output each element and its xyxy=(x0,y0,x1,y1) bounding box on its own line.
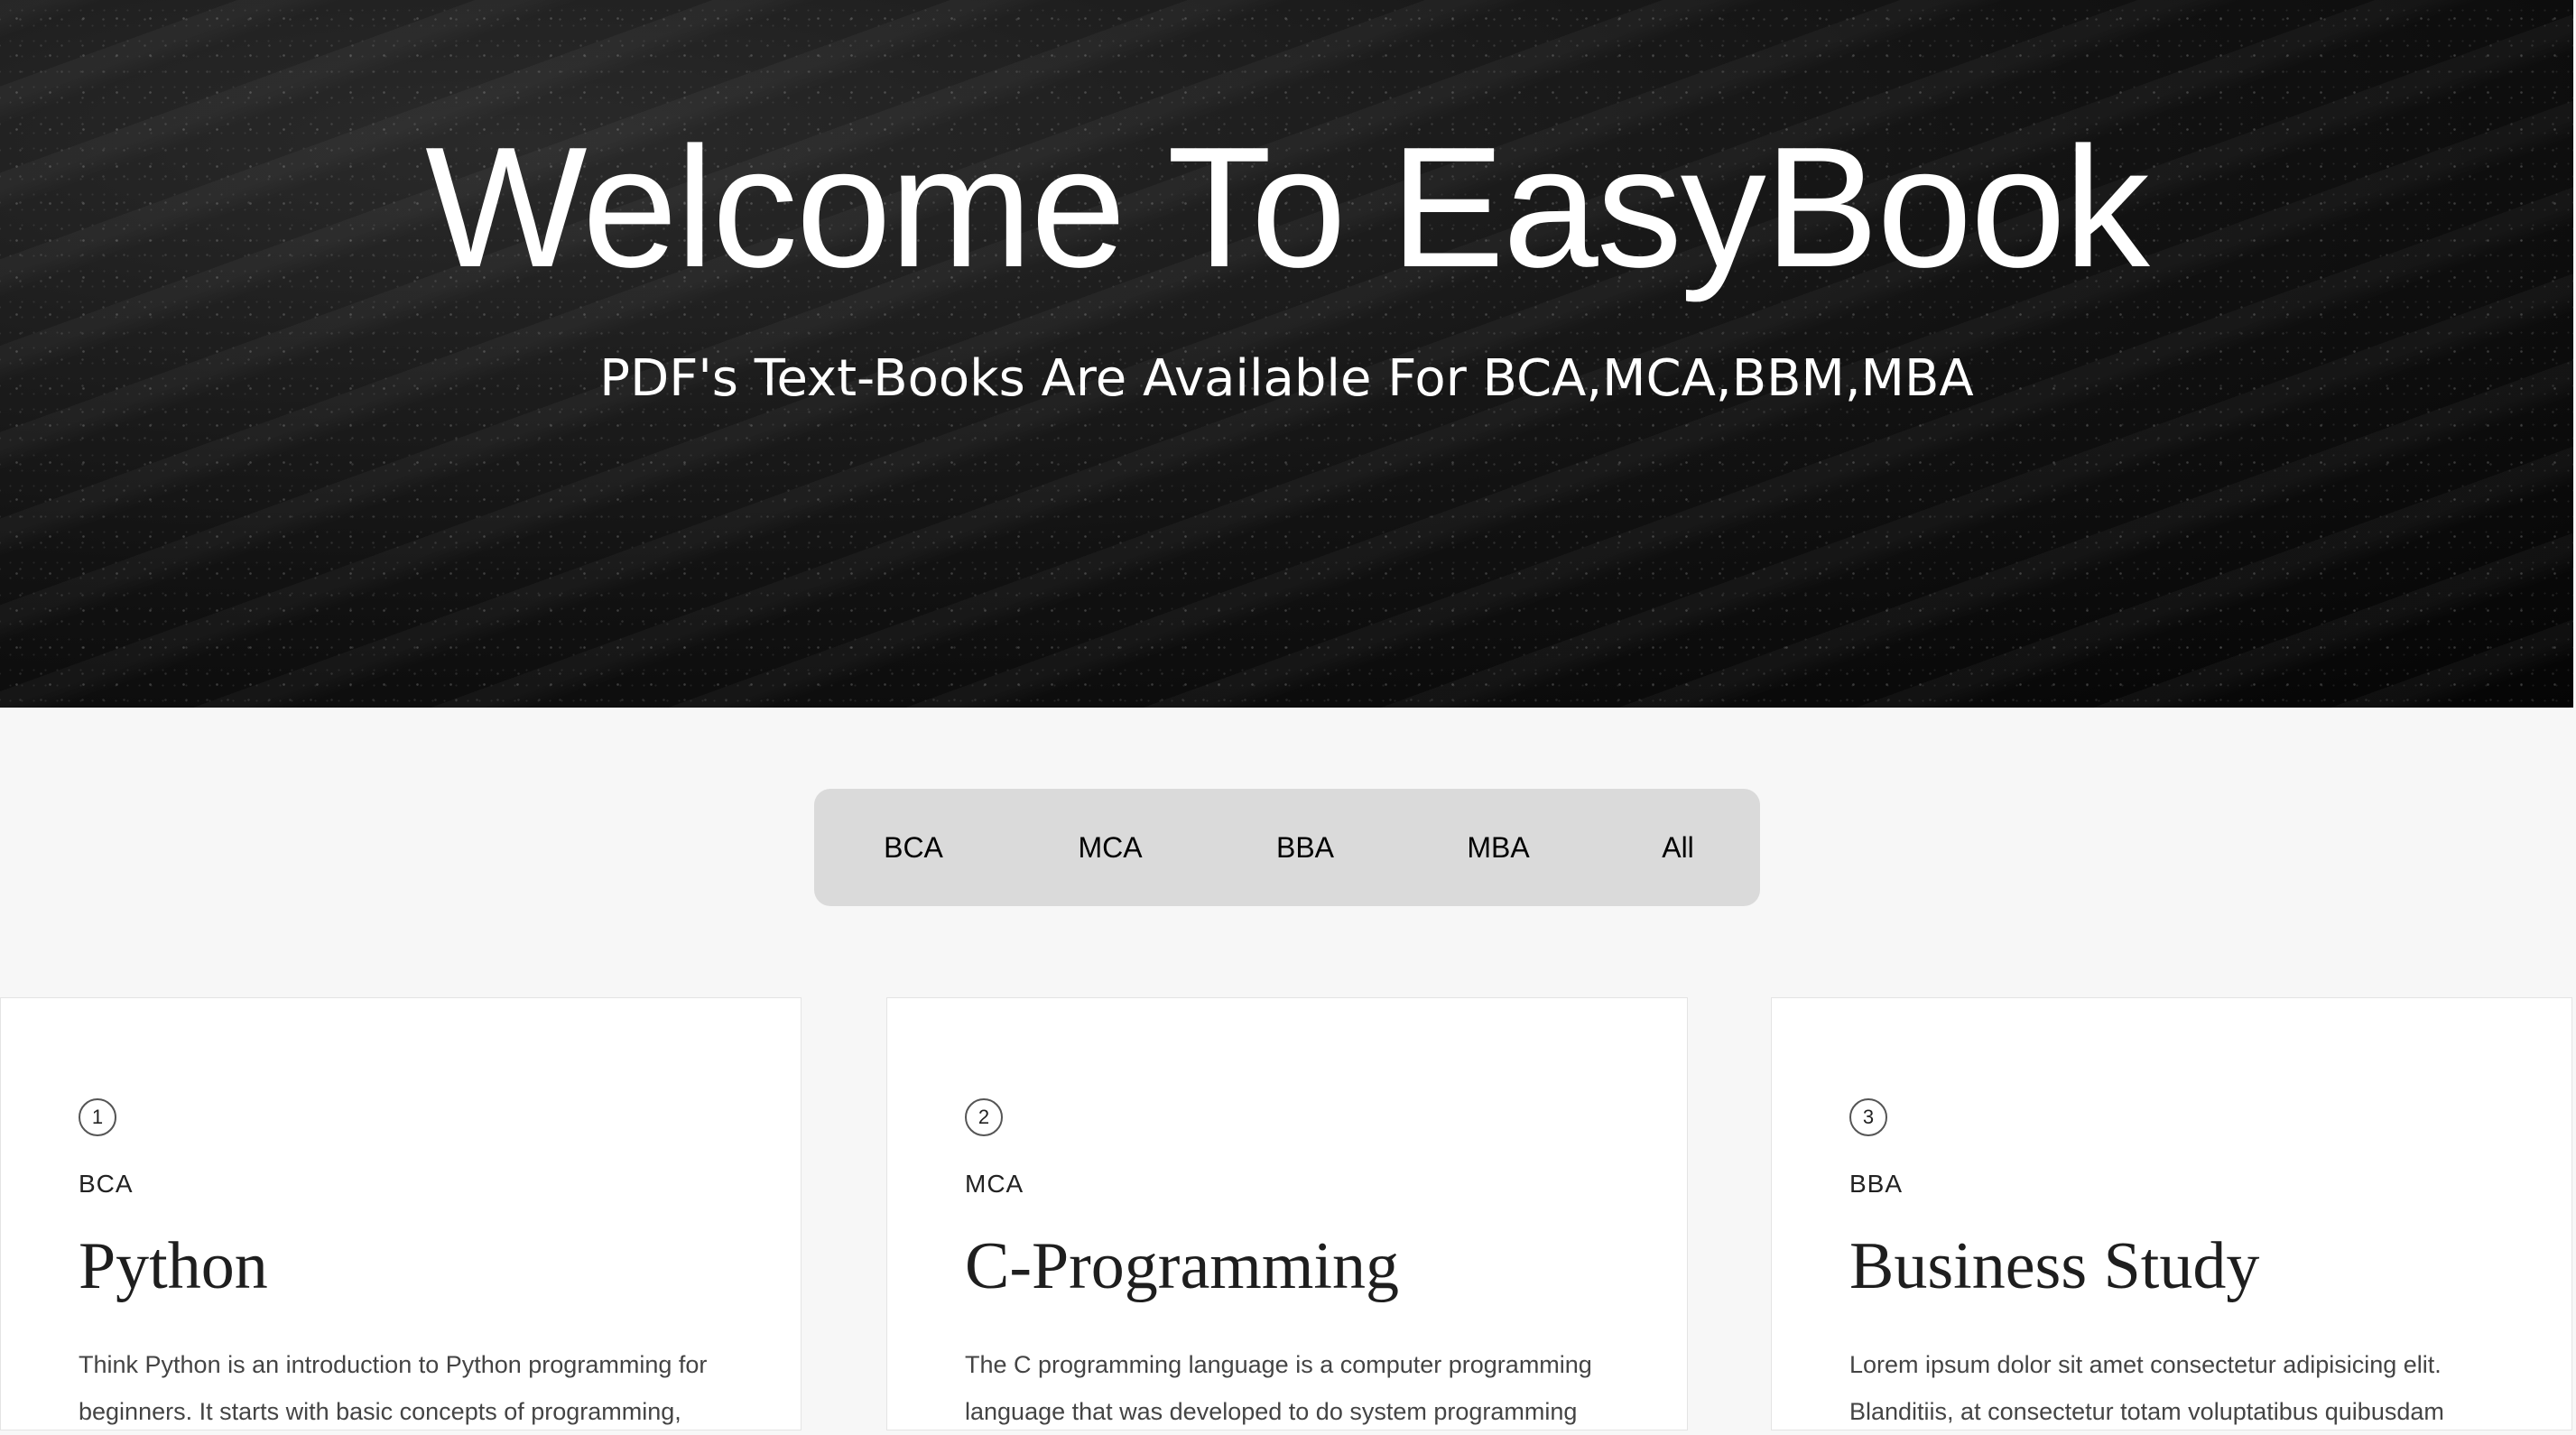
category-filter-bar: BCA MCA BBA MBA All xyxy=(814,789,1760,906)
card-description: Lorem ipsum dolor sit amet consectetur a… xyxy=(1849,1351,2444,1425)
card-number-badge: 3 xyxy=(1849,1098,1887,1136)
card-title[interactable]: Business Study xyxy=(1849,1226,2259,1307)
hero-title: Welcome To EasyBook xyxy=(425,112,2150,303)
card-title[interactable]: C-Programming xyxy=(965,1226,1399,1307)
book-card-business-study[interactable]: 3 BBA Business Study Lorem ipsum dolor s… xyxy=(1771,997,2572,1430)
card-number-badge: 1 xyxy=(79,1098,116,1136)
hero-banner: Welcome To EasyBook PDF's Text-Books Are… xyxy=(0,0,2573,708)
card-number-badge: 2 xyxy=(965,1098,1003,1136)
card-category: BBA xyxy=(1849,1170,1904,1198)
card-description: The C programming language is a computer… xyxy=(965,1351,1592,1425)
card-title[interactable]: Python xyxy=(79,1226,268,1307)
hero-subtitle: PDF's Text-Books Are Available For BCA,M… xyxy=(599,349,1974,408)
book-card-c-programming[interactable]: 2 MCA C-Programming The C programming la… xyxy=(886,997,1688,1430)
card-category: MCA xyxy=(965,1170,1024,1198)
filter-button-mba[interactable]: MBA xyxy=(1446,789,1551,906)
filter-button-mca[interactable]: MCA xyxy=(1058,789,1163,906)
filter-button-all[interactable]: All xyxy=(1637,789,1719,906)
book-card-python[interactable]: 1 BCA Python Think Python is an introduc… xyxy=(0,997,802,1430)
card-category: BCA xyxy=(79,1170,134,1198)
filter-button-bca[interactable]: BCA xyxy=(861,789,966,906)
filter-button-bba[interactable]: BBA xyxy=(1253,789,1357,906)
card-description: Think Python is an introduction to Pytho… xyxy=(79,1351,708,1425)
